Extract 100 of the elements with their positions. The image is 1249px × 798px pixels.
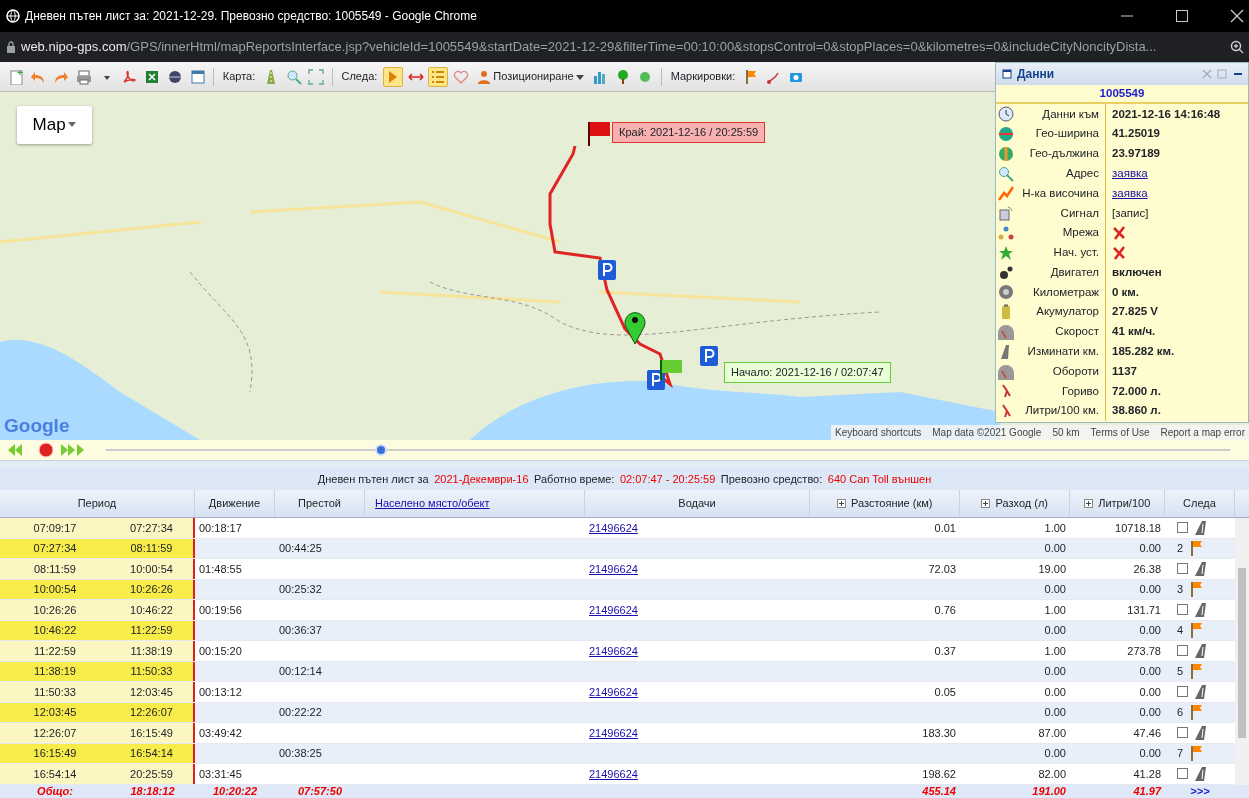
pdf-icon[interactable] [121, 68, 138, 85]
table-cell: 10:00:54 [0, 579, 110, 599]
field-label: Двигател [1016, 262, 1106, 283]
table-cell: 20:25:59 [110, 764, 195, 784]
stop-number: 4 [1177, 623, 1184, 638]
end-label: Край: 2021-12-16 / 20:25:59 [612, 122, 766, 143]
table-cell-text: 1.00 [1044, 643, 1066, 659]
total-value: 191.00 [1032, 785, 1066, 798]
table-cell-text: 00:44:25 [279, 541, 322, 556]
new-document-icon[interactable] [7, 68, 24, 85]
terms-link[interactable]: Terms of Use [1090, 425, 1150, 440]
table-cell: 11:22:59 [0, 641, 110, 661]
column-header[interactable]: Следа [1165, 490, 1235, 517]
more-link[interactable]: >>> [1190, 785, 1210, 798]
table-cell: 10:46:22 [110, 600, 195, 620]
driver-link[interactable]: 21496624 [589, 642, 638, 659]
table-cell-text: 19.00 [1038, 561, 1066, 577]
table-cell-text: 00:22:22 [279, 705, 322, 720]
driver-link[interactable]: 21496624 [589, 683, 638, 700]
table-cell-text: 0.00 [1044, 746, 1066, 761]
checkbox[interactable] [1177, 604, 1188, 616]
positioning-button[interactable]: Позициониране [473, 68, 588, 85]
gauge-icon [998, 363, 1014, 380]
table-cell-text: 0.01 [934, 520, 956, 536]
table-cell-text: 01:48:55 [199, 561, 242, 577]
column-header[interactable]: Престой [275, 490, 365, 517]
table-cell-text: 00:13:12 [199, 684, 242, 700]
table-cell: 16:54:14 [0, 764, 110, 784]
globe-icon [998, 145, 1014, 162]
driver-link[interactable]: 21496624 [589, 765, 638, 782]
expand-icon[interactable] [1083, 499, 1093, 508]
field-label: Километраж [1016, 282, 1106, 303]
google-logo: Google [4, 413, 70, 438]
flag-icon[interactable] [1188, 704, 1203, 721]
flag-icon[interactable] [1188, 581, 1203, 598]
scale-label: 50 km [1052, 426, 1080, 440]
maximize-icon[interactable] [1174, 9, 1189, 23]
globe-icon[interactable] [166, 68, 183, 85]
flag-icon[interactable] [1188, 622, 1203, 639]
playback-slider-thumb[interactable] [375, 444, 388, 456]
field-label: Сигнал [1016, 203, 1106, 224]
field-value: 23.97189 [1112, 147, 1160, 160]
search-icon[interactable] [285, 68, 302, 85]
table-cell: 16:54:14 [110, 743, 195, 763]
checkbox[interactable] [1177, 686, 1188, 698]
column-header[interactable]: Период [0, 490, 195, 517]
table-cell-text: 00:15:20 [199, 643, 242, 659]
map-label: Карта: [221, 69, 257, 85]
vehicle-id: 1005549 [996, 85, 1248, 105]
globe-icon [5, 9, 20, 23]
expand-icon[interactable] [981, 499, 990, 508]
checkbox[interactable] [1177, 563, 1188, 575]
parking-marker-icon [647, 370, 665, 390]
driver-link[interactable]: 21496624 [589, 724, 638, 741]
close-icon[interactable] [1229, 9, 1244, 23]
table-cell-text: 1.00 [1044, 520, 1066, 536]
list-toggle[interactable] [428, 66, 449, 87]
table-cell: 11:50:33 [110, 661, 195, 681]
window-icon[interactable] [189, 68, 206, 85]
column-header[interactable]: Разход (л) [995, 495, 1048, 512]
shortcuts-link[interactable]: Keyboard shortcuts [835, 425, 922, 440]
request-link[interactable]: заявка [1112, 166, 1148, 179]
driver-link[interactable]: 21496624 [589, 560, 638, 577]
driver-link[interactable]: 21496624 [589, 519, 638, 536]
column-header[interactable]: Разстояние (км) [851, 495, 933, 512]
table-cell-text: 47.46 [1133, 725, 1161, 741]
checkbox[interactable] [1177, 645, 1188, 657]
field-label: Изминати км. [1016, 341, 1106, 362]
field-value: 2021-12-16 14:16:48 [1112, 107, 1221, 120]
report-link[interactable]: Report a map error [1160, 425, 1245, 440]
flag-icon[interactable] [1188, 663, 1203, 680]
spreadsheet-icon[interactable] [144, 68, 160, 85]
column-header[interactable]: Водачи [585, 490, 810, 517]
checkbox[interactable] [1177, 768, 1188, 780]
zoom-icon[interactable] [1229, 40, 1244, 54]
table-cell: 10:26:26 [0, 600, 110, 620]
table-cell-text: 0.00 [1044, 623, 1066, 638]
flag-icon[interactable] [1188, 540, 1203, 557]
driver-link[interactable]: 21496624 [589, 601, 638, 618]
field-label: Данни към [1016, 104, 1106, 125]
printer-icon[interactable] [75, 68, 92, 85]
column-header-link[interactable]: Населено място/обект [375, 495, 490, 512]
total-value: 455.14 [922, 785, 956, 798]
start-label: Начало: 2021-12-16 / 02:07:47 [724, 362, 891, 383]
gauge-icon [998, 323, 1014, 340]
summary-value: 02:07:47 - 20:25:59 [619, 471, 716, 487]
field-label: Гео-ширина [1016, 124, 1106, 144]
play-arrow-toggle[interactable] [382, 66, 403, 87]
expand-icon[interactable] [836, 499, 846, 508]
column-header[interactable]: Литри/100 [1098, 495, 1151, 512]
list-icon [430, 68, 447, 85]
column-header[interactable]: Движение [195, 490, 275, 517]
scrollbar[interactable] [1235, 518, 1249, 785]
map-type-button[interactable]: Map [17, 106, 92, 144]
table-cell: 08:11:59 [110, 538, 195, 558]
checkbox[interactable] [1177, 522, 1188, 534]
table-cell-text: 0.00 [1139, 705, 1161, 720]
checkbox[interactable] [1177, 727, 1188, 739]
request-link[interactable]: заявка [1112, 186, 1148, 199]
flag-icon[interactable] [1188, 745, 1203, 762]
